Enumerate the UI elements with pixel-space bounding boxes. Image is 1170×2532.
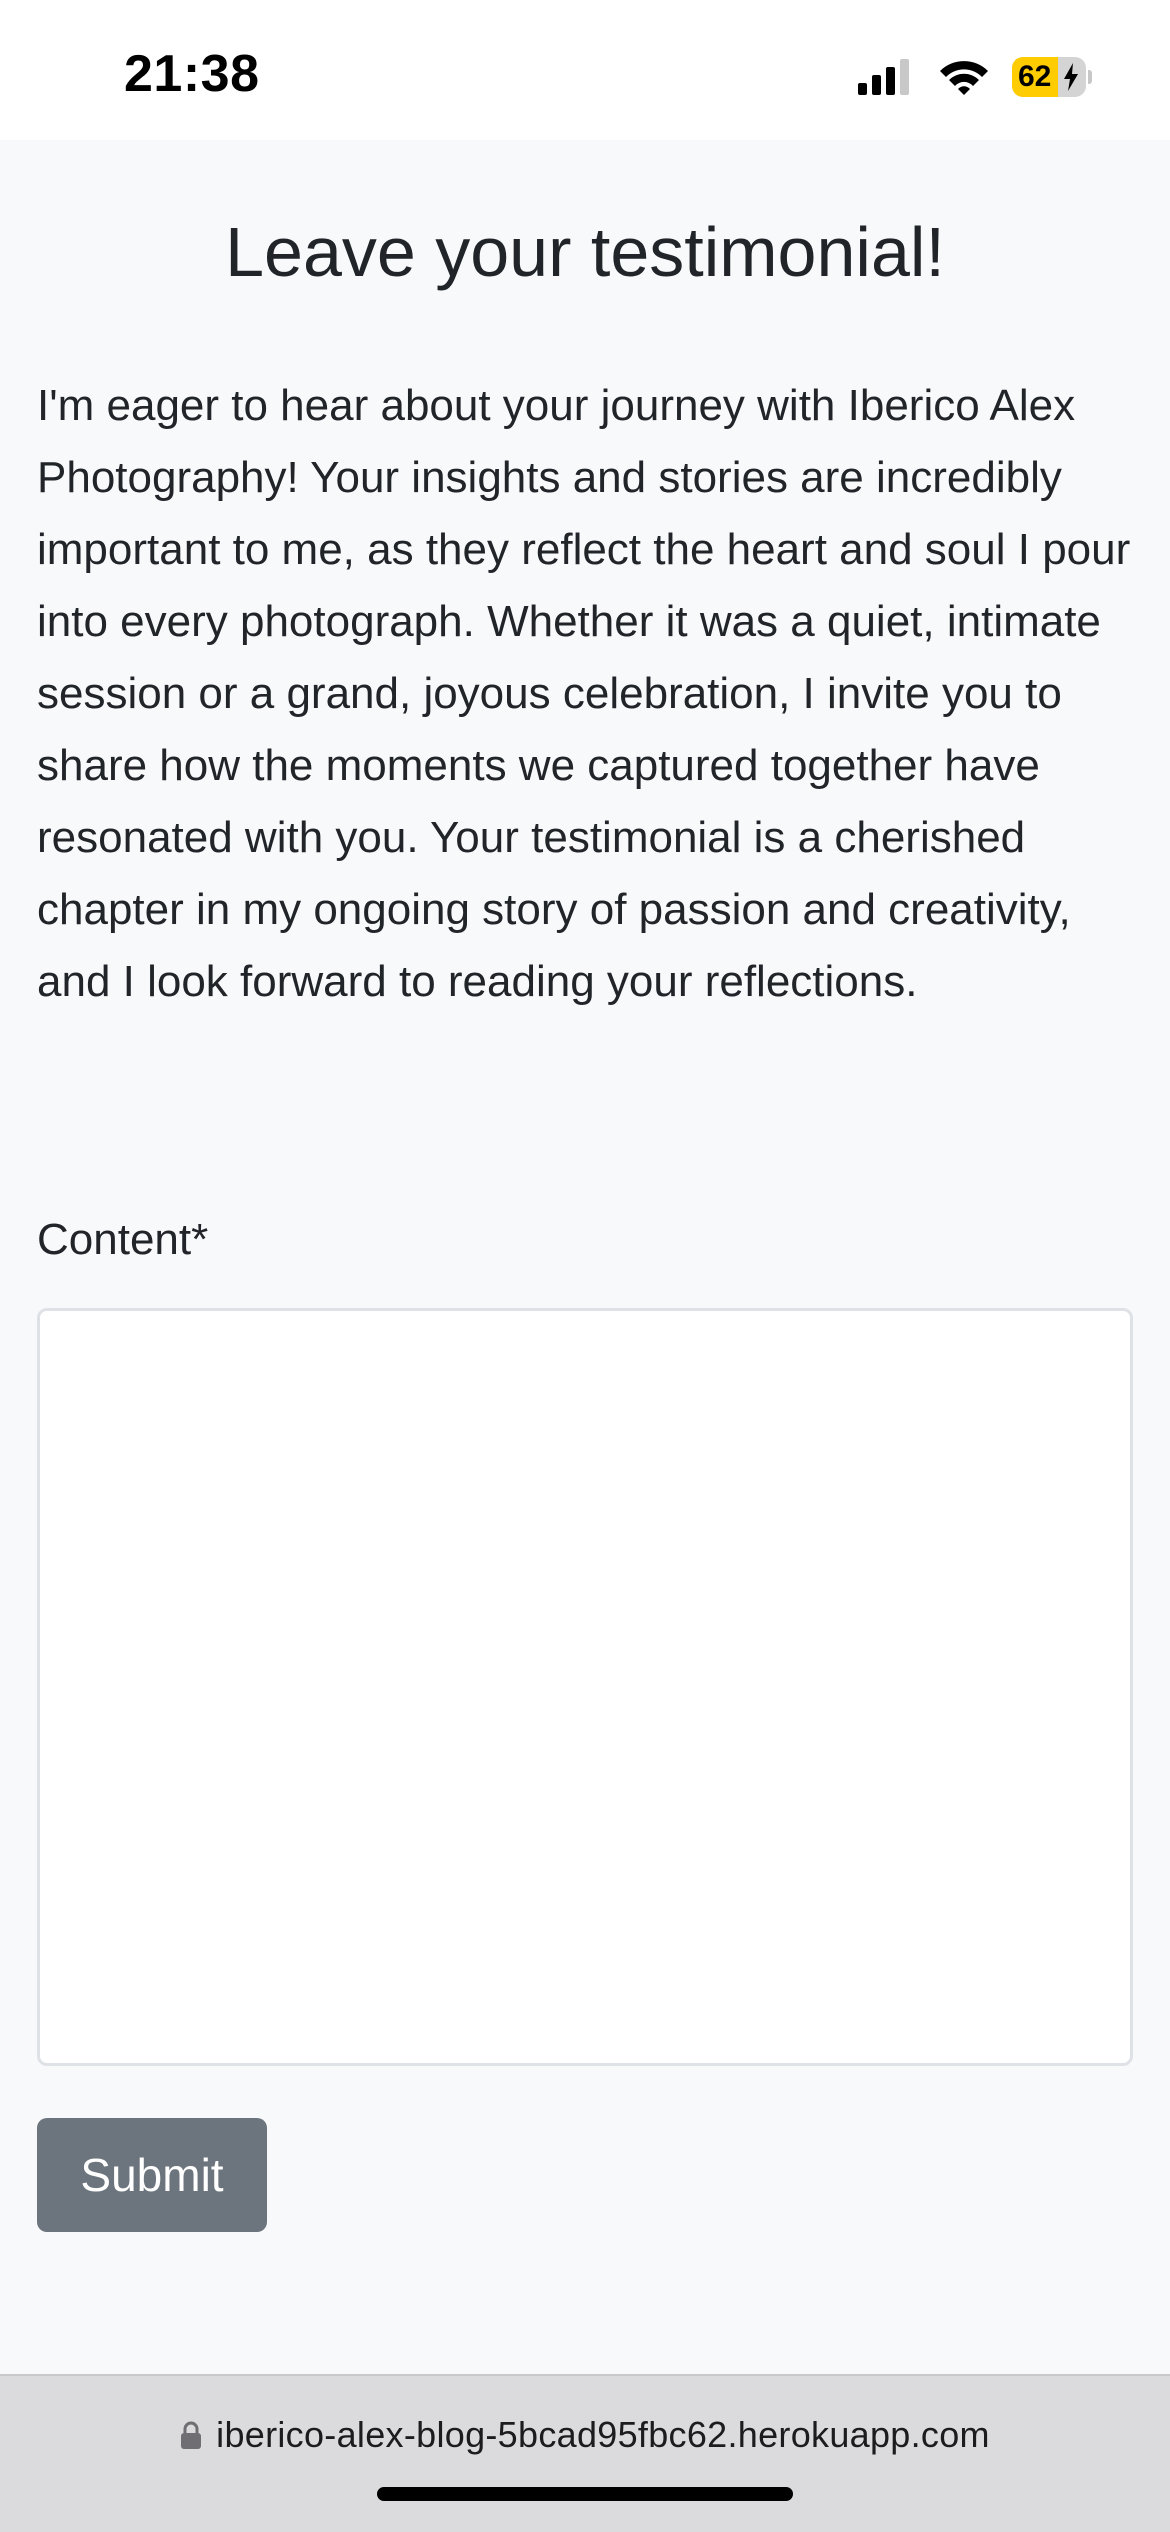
status-bar: 21:38 62 [0, 0, 1170, 140]
battery-icon: 62 [1012, 57, 1092, 97]
home-indicator[interactable] [377, 2487, 793, 2501]
status-time: 21:38 [124, 45, 260, 103]
lock-icon [181, 2421, 202, 2449]
address-bar[interactable]: iberico-alex-blog-5bcad95fbc62.herokuapp… [0, 2374, 1170, 2532]
content-label: Content* [37, 1215, 209, 1264]
content-textarea[interactable] [37, 1308, 1133, 2066]
url-row[interactable]: iberico-alex-blog-5bcad95fbc62.herokuapp… [0, 2414, 1170, 2456]
signal-icon [858, 59, 909, 95]
battery-level: 62 [1018, 60, 1052, 93]
url-text[interactable]: iberico-alex-blog-5bcad95fbc62.herokuapp… [216, 2414, 990, 2456]
intro-paragraph: I'm eager to hear about your journey wit… [37, 381, 1131, 1006]
wifi-icon [940, 61, 988, 95]
page-title: Leave your testimonial! [225, 213, 945, 291]
status-indicators: 62 [856, 55, 1092, 99]
submit-button[interactable]: Submit [37, 2118, 267, 2232]
bolt-icon [1064, 63, 1078, 91]
